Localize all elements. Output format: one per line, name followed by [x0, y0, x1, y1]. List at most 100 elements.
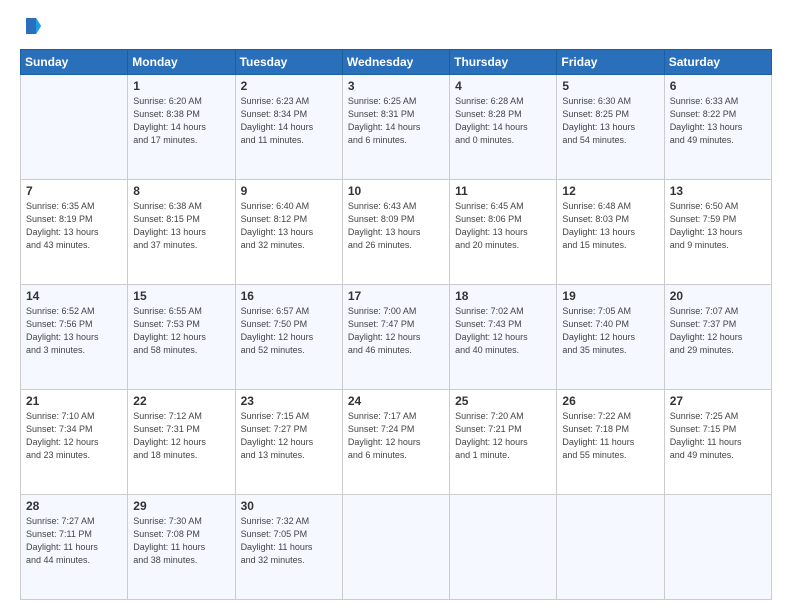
day-detail: Sunrise: 6:40 AM Sunset: 8:12 PM Dayligh… [241, 200, 337, 252]
calendar-cell: 23Sunrise: 7:15 AM Sunset: 7:27 PM Dayli… [235, 389, 342, 494]
calendar-cell [342, 494, 449, 599]
day-detail: Sunrise: 6:50 AM Sunset: 7:59 PM Dayligh… [670, 200, 766, 252]
day-detail: Sunrise: 7:12 AM Sunset: 7:31 PM Dayligh… [133, 410, 229, 462]
day-detail: Sunrise: 7:07 AM Sunset: 7:37 PM Dayligh… [670, 305, 766, 357]
day-number: 1 [133, 79, 229, 93]
calendar-cell: 8 Sunrise: 6:38 AM Sunset: 8:15 PM Daylig… [128, 179, 235, 284]
day-number: 11 [455, 184, 551, 198]
day-detail: Sunrise: 6:23 AM Sunset: 8:34 PM Dayligh… [241, 95, 337, 147]
day-number: 25 [455, 394, 551, 408]
day-number: 9 [241, 184, 337, 198]
week-row-4: 21Sunrise: 7:10 AM Sunset: 7:34 PM Dayli… [21, 389, 772, 494]
day-number: 27 [670, 394, 766, 408]
calendar-cell: 17Sunrise: 7:00 AM Sunset: 7:47 PM Dayli… [342, 284, 449, 389]
calendar-cell [664, 494, 771, 599]
logo-icon [22, 16, 44, 38]
day-detail: Sunrise: 7:17 AM Sunset: 7:24 PM Dayligh… [348, 410, 444, 462]
calendar-cell: 4 Sunrise: 6:28 AM Sunset: 8:28 PM Daylig… [450, 74, 557, 179]
calendar-cell: 28 Sunrise: 7:27 AM Sunset: 7:11 PM Dayli… [21, 494, 128, 599]
day-detail: Sunrise: 7:02 AM Sunset: 7:43 PM Dayligh… [455, 305, 551, 357]
day-number: 15 [133, 289, 229, 303]
calendar-cell: 14Sunrise: 6:52 AM Sunset: 7:56 PM Dayli… [21, 284, 128, 389]
day-number: 7 [26, 184, 122, 198]
day-number: 29 [133, 499, 229, 513]
day-number: 20 [670, 289, 766, 303]
calendar-cell: 22 Sunrise: 7:12 AM Sunset: 7:31 PM Dayli… [128, 389, 235, 494]
calendar-cell: 2 Sunrise: 6:23 AM Sunset: 8:34 PM Daylig… [235, 74, 342, 179]
calendar-cell [557, 494, 664, 599]
calendar-cell: 25 Sunrise: 7:20 AM Sunset: 7:21 PM Dayli… [450, 389, 557, 494]
week-row-2: 7 Sunrise: 6:35 AM Sunset: 8:19 PM Daylig… [21, 179, 772, 284]
calendar-cell: 5 Sunrise: 6:30 AM Sunset: 8:25 PM Daylig… [557, 74, 664, 179]
day-number: 12 [562, 184, 658, 198]
calendar-header-sunday: Sunday [21, 49, 128, 74]
day-number: 18 [455, 289, 551, 303]
week-row-3: 14Sunrise: 6:52 AM Sunset: 7:56 PM Dayli… [21, 284, 772, 389]
day-number: 5 [562, 79, 658, 93]
day-detail: Sunrise: 6:20 AM Sunset: 8:38 PM Dayligh… [133, 95, 229, 147]
day-detail: Sunrise: 7:30 AM Sunset: 7:08 PM Dayligh… [133, 515, 229, 567]
calendar-cell: 6Sunrise: 6:33 AM Sunset: 8:22 PM Daylig… [664, 74, 771, 179]
day-number: 4 [455, 79, 551, 93]
calendar-cell: 20 Sunrise: 7:07 AM Sunset: 7:37 PM Dayli… [664, 284, 771, 389]
calendar-cell: 16 Sunrise: 6:57 AM Sunset: 7:50 PM Dayli… [235, 284, 342, 389]
calendar-cell: 12 Sunrise: 6:48 AM Sunset: 8:03 PM Dayli… [557, 179, 664, 284]
calendar-cell: 13 Sunrise: 6:50 AM Sunset: 7:59 PM Dayli… [664, 179, 771, 284]
day-detail: Sunrise: 6:28 AM Sunset: 8:28 PM Dayligh… [455, 95, 551, 147]
day-number: 2 [241, 79, 337, 93]
day-detail: Sunrise: 7:20 AM Sunset: 7:21 PM Dayligh… [455, 410, 551, 462]
calendar: SundayMondayTuesdayWednesdayThursdayFrid… [20, 49, 772, 600]
calendar-header-saturday: Saturday [664, 49, 771, 74]
calendar-cell: 30Sunrise: 7:32 AM Sunset: 7:05 PM Dayli… [235, 494, 342, 599]
day-number: 8 [133, 184, 229, 198]
day-detail: Sunrise: 6:35 AM Sunset: 8:19 PM Dayligh… [26, 200, 122, 252]
day-number: 3 [348, 79, 444, 93]
day-detail: Sunrise: 7:25 AM Sunset: 7:15 PM Dayligh… [670, 410, 766, 462]
calendar-cell: 18 Sunrise: 7:02 AM Sunset: 7:43 PM Dayli… [450, 284, 557, 389]
day-number: 26 [562, 394, 658, 408]
day-number: 13 [670, 184, 766, 198]
day-detail: Sunrise: 7:05 AM Sunset: 7:40 PM Dayligh… [562, 305, 658, 357]
calendar-header-monday: Monday [128, 49, 235, 74]
day-number: 10 [348, 184, 444, 198]
calendar-cell: 27 Sunrise: 7:25 AM Sunset: 7:15 PM Dayli… [664, 389, 771, 494]
calendar-cell: 26 Sunrise: 7:22 AM Sunset: 7:18 PM Dayli… [557, 389, 664, 494]
week-row-5: 28 Sunrise: 7:27 AM Sunset: 7:11 PM Dayli… [21, 494, 772, 599]
day-detail: Sunrise: 6:38 AM Sunset: 8:15 PM Dayligh… [133, 200, 229, 252]
page: SundayMondayTuesdayWednesdayThursdayFrid… [0, 0, 792, 612]
day-detail: Sunrise: 7:27 AM Sunset: 7:11 PM Dayligh… [26, 515, 122, 567]
day-detail: Sunrise: 7:22 AM Sunset: 7:18 PM Dayligh… [562, 410, 658, 462]
day-detail: Sunrise: 6:52 AM Sunset: 7:56 PM Dayligh… [26, 305, 122, 357]
day-detail: Sunrise: 6:25 AM Sunset: 8:31 PM Dayligh… [348, 95, 444, 147]
calendar-header-wednesday: Wednesday [342, 49, 449, 74]
calendar-header-tuesday: Tuesday [235, 49, 342, 74]
day-detail: Sunrise: 6:45 AM Sunset: 8:06 PM Dayligh… [455, 200, 551, 252]
week-row-1: 1 Sunrise: 6:20 AM Sunset: 8:38 PM Daylig… [21, 74, 772, 179]
day-detail: Sunrise: 7:15 AM Sunset: 7:27 PM Dayligh… [241, 410, 337, 462]
day-detail: Sunrise: 7:32 AM Sunset: 7:05 PM Dayligh… [241, 515, 337, 567]
day-number: 19 [562, 289, 658, 303]
day-number: 22 [133, 394, 229, 408]
calendar-header-row: SundayMondayTuesdayWednesdayThursdayFrid… [21, 49, 772, 74]
calendar-cell: 11 Sunrise: 6:45 AM Sunset: 8:06 PM Dayli… [450, 179, 557, 284]
calendar-cell: 10 Sunrise: 6:43 AM Sunset: 8:09 PM Dayli… [342, 179, 449, 284]
header [20, 16, 772, 39]
calendar-header-friday: Friday [557, 49, 664, 74]
day-number: 16 [241, 289, 337, 303]
day-detail: Sunrise: 6:48 AM Sunset: 8:03 PM Dayligh… [562, 200, 658, 252]
day-number: 6 [670, 79, 766, 93]
calendar-cell: 9 Sunrise: 6:40 AM Sunset: 8:12 PM Daylig… [235, 179, 342, 284]
day-detail: Sunrise: 6:57 AM Sunset: 7:50 PM Dayligh… [241, 305, 337, 357]
day-detail: Sunrise: 6:43 AM Sunset: 8:09 PM Dayligh… [348, 200, 444, 252]
day-detail: Sunrise: 6:30 AM Sunset: 8:25 PM Dayligh… [562, 95, 658, 147]
day-number: 24 [348, 394, 444, 408]
calendar-cell: 15Sunrise: 6:55 AM Sunset: 7:53 PM Dayli… [128, 284, 235, 389]
day-detail: Sunrise: 7:00 AM Sunset: 7:47 PM Dayligh… [348, 305, 444, 357]
day-number: 28 [26, 499, 122, 513]
calendar-cell: 1 Sunrise: 6:20 AM Sunset: 8:38 PM Daylig… [128, 74, 235, 179]
calendar-cell: 24 Sunrise: 7:17 AM Sunset: 7:24 PM Dayli… [342, 389, 449, 494]
calendar-cell: 21Sunrise: 7:10 AM Sunset: 7:34 PM Dayli… [21, 389, 128, 494]
logo [20, 16, 44, 39]
calendar-cell [21, 74, 128, 179]
calendar-cell [450, 494, 557, 599]
